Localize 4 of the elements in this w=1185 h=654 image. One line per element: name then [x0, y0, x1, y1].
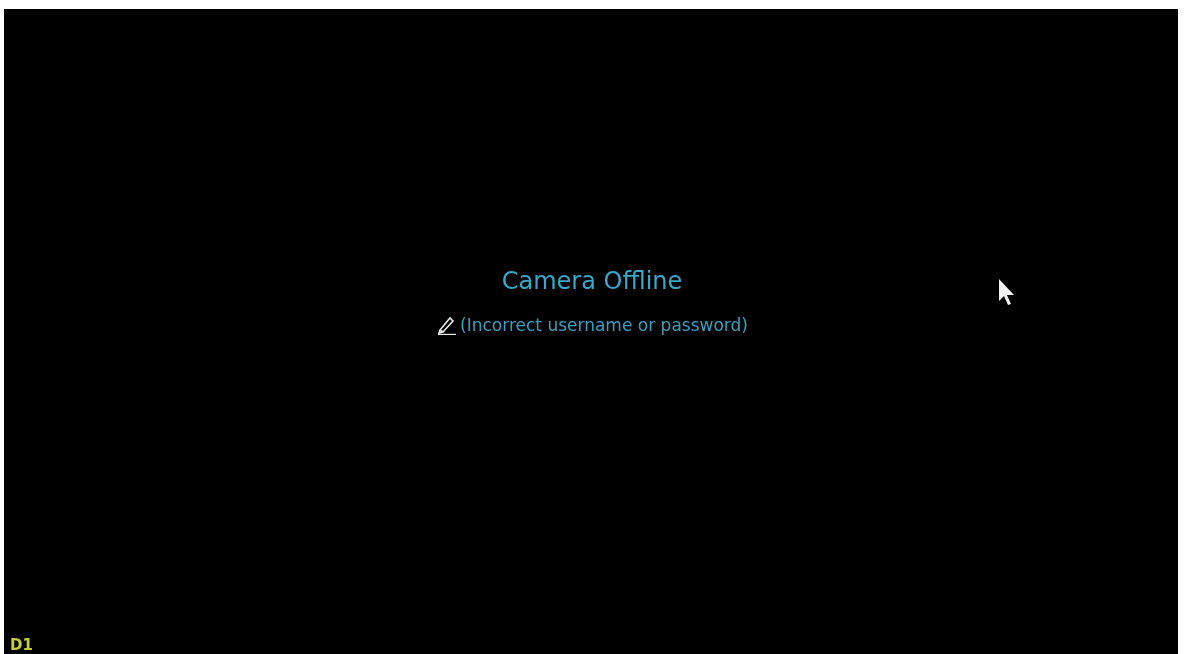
- status-message: (Incorrect username or password): [460, 313, 748, 336]
- pencil-icon: [436, 314, 459, 335]
- channel-label: D1: [10, 636, 33, 654]
- status-title: Camera Offline: [501, 265, 683, 296]
